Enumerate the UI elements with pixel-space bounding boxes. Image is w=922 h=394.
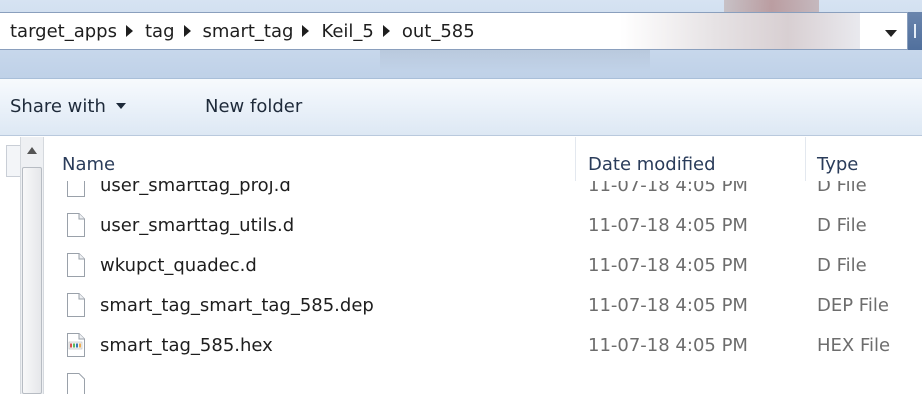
blank-file-icon xyxy=(67,293,85,317)
breadcrumb-keil-5[interactable]: Keil_5 xyxy=(317,21,377,42)
file-type: HEX File xyxy=(817,334,891,356)
share-with-button[interactable]: Share with xyxy=(10,93,126,119)
file-row[interactable]: smart_tag_smart_tag_585.dep 11-07-18 4:0… xyxy=(62,285,922,325)
background-blur xyxy=(724,0,819,12)
breadcrumb-separator-icon[interactable] xyxy=(382,25,390,37)
column-header-date-modified[interactable]: Date modified xyxy=(588,148,716,180)
breadcrumb-out-585[interactable]: out_585 xyxy=(398,21,479,42)
file-name: smart_tag_smart_tag_585.dep xyxy=(100,294,374,316)
file-type: D File xyxy=(817,214,867,236)
refresh-edge-icon xyxy=(914,24,916,38)
breadcrumb-target-apps[interactable]: target_apps xyxy=(6,21,121,42)
chevron-down-icon xyxy=(885,29,897,37)
file-name: smart_tag_585.hex xyxy=(100,334,273,356)
file-row[interactable]: user_smarttag_proj.d 11-07-18 4:05 PM D … xyxy=(62,181,922,205)
file-name: user_smarttag_proj.d xyxy=(100,181,291,196)
scroll-up-button[interactable] xyxy=(24,143,40,157)
blank-file-icon xyxy=(67,373,85,394)
file-type: D File xyxy=(817,254,867,276)
file-row-partial[interactable] xyxy=(62,365,922,394)
navigation-pane-item[interactable] xyxy=(6,145,21,177)
file-name: wkupct_quadec.d xyxy=(100,254,257,276)
file-type: D File xyxy=(817,181,867,196)
file-name: user_smarttag_utils.d xyxy=(100,214,295,236)
column-header-name-label: Name xyxy=(62,153,116,175)
breadcrumb-smart-tag[interactable]: smart_tag xyxy=(199,21,298,42)
blank-file-icon xyxy=(67,213,85,237)
column-divider[interactable] xyxy=(575,137,576,181)
blank-file-icon xyxy=(67,181,85,197)
address-bar-fade xyxy=(620,13,860,49)
breadcrumb-separator-icon[interactable] xyxy=(302,25,310,37)
new-folder-label: New folder xyxy=(205,95,303,117)
column-divider[interactable] xyxy=(805,137,806,181)
new-folder-button[interactable]: New folder xyxy=(205,93,302,119)
address-bar[interactable]: target_apps tag smart_tag Keil_5 out_585 xyxy=(0,12,908,50)
file-type: DEP File xyxy=(817,294,889,316)
file-date-modified: 11-07-18 4:05 PM xyxy=(588,334,748,356)
file-row[interactable]: wkupct_quadec.d 11-07-18 4:05 PM D File xyxy=(62,245,922,285)
file-list: user_smarttag_proj.d 11-07-18 4:05 PM D … xyxy=(0,181,922,394)
breadcrumb-separator-icon[interactable] xyxy=(126,25,133,37)
background-blur xyxy=(380,50,650,72)
file-date-modified: 11-07-18 4:05 PM xyxy=(588,214,748,236)
column-header-type[interactable]: Type xyxy=(817,148,858,180)
blank-file-icon xyxy=(67,253,85,277)
file-date-modified: 11-07-18 4:05 PM xyxy=(588,181,748,196)
breadcrumb-tag[interactable]: tag xyxy=(141,21,179,42)
file-row[interactable]: smart_tag_585.hex 11-07-18 4:05 PM HEX F… xyxy=(62,325,922,365)
hex-file-icon xyxy=(67,333,85,357)
chevron-up-icon xyxy=(27,146,37,154)
address-history-dropdown[interactable] xyxy=(878,19,904,43)
file-date-modified: 11-07-18 4:05 PM xyxy=(588,294,748,316)
breadcrumb-separator-icon[interactable] xyxy=(183,25,191,37)
file-date-modified: 11-07-18 4:05 PM xyxy=(588,254,748,276)
column-header-type-label: Type xyxy=(817,153,859,175)
column-header-name[interactable]: Name xyxy=(62,148,115,180)
share-with-label: Share with xyxy=(10,95,106,117)
column-header-date-label: Date modified xyxy=(588,153,716,175)
breadcrumb: target_apps tag smart_tag Keil_5 out_585 xyxy=(6,13,479,49)
refresh-button-edge[interactable] xyxy=(908,12,922,50)
file-row[interactable]: user_smarttag_utils.d 11-07-18 4:05 PM D… xyxy=(62,205,922,245)
chevron-down-icon xyxy=(115,103,126,109)
command-bar: Share with New folder xyxy=(0,78,922,136)
